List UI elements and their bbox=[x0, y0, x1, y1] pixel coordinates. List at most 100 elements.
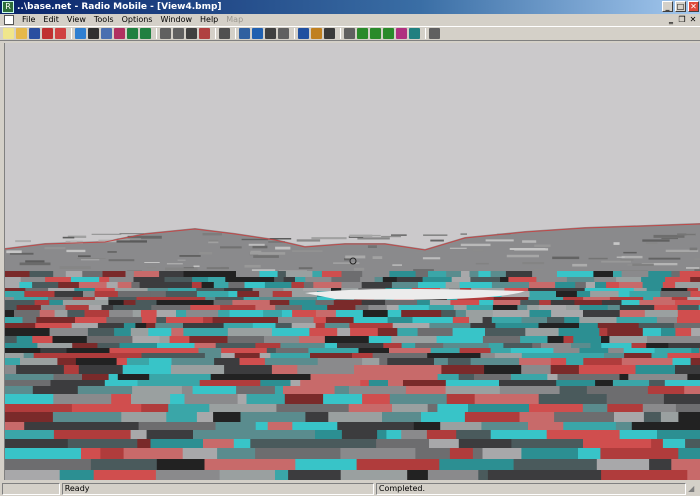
terrain-block bbox=[214, 358, 241, 366]
save-picture-icon[interactable] bbox=[186, 28, 197, 39]
terrain-block bbox=[606, 282, 620, 289]
terrain-block bbox=[564, 317, 581, 324]
save-icon[interactable] bbox=[29, 28, 40, 39]
terrain-block bbox=[456, 430, 492, 440]
print-icon[interactable] bbox=[219, 28, 230, 39]
terrain-texture bbox=[119, 233, 145, 235]
terrain-block bbox=[98, 422, 140, 431]
terrain-block bbox=[393, 365, 443, 375]
close-button[interactable]: ✕ bbox=[688, 1, 699, 12]
radio-mobile-app-icon[interactable]: R bbox=[2, 1, 14, 13]
polar-plot-icon[interactable] bbox=[357, 28, 368, 39]
terrain-block bbox=[595, 282, 608, 289]
mdi-close-icon[interactable]: ✕ bbox=[688, 15, 698, 25]
copy-icon[interactable] bbox=[160, 28, 171, 39]
menu-options[interactable]: Options bbox=[118, 14, 157, 26]
unit-properties-icon[interactable] bbox=[55, 28, 66, 39]
terrain-texture bbox=[19, 262, 51, 266]
step-left-icon[interactable] bbox=[127, 28, 138, 39]
mdi-minimize-icon[interactable]: ‗ bbox=[666, 15, 676, 25]
close-picture-icon[interactable] bbox=[199, 28, 210, 39]
terrain-texture bbox=[572, 263, 588, 267]
terrain-block bbox=[607, 404, 644, 413]
terrain-block bbox=[685, 439, 700, 449]
earth-icon[interactable] bbox=[101, 28, 112, 39]
resize-grip-icon[interactable]: ◢ bbox=[688, 484, 698, 494]
menu-edit[interactable]: Edit bbox=[39, 14, 63, 26]
terrain-block bbox=[538, 394, 608, 405]
radio-link-icon[interactable] bbox=[298, 28, 309, 39]
exit-icon[interactable] bbox=[429, 28, 440, 39]
terrain-block bbox=[583, 439, 652, 449]
zoom-window-icon[interactable] bbox=[265, 28, 276, 39]
visual-coverage-icon[interactable] bbox=[409, 28, 420, 39]
menu-tools[interactable]: Tools bbox=[90, 14, 118, 26]
picture-properties-icon[interactable] bbox=[114, 28, 125, 39]
terrain-block bbox=[337, 328, 352, 337]
terrain-texture bbox=[252, 245, 268, 249]
radio-coverage-icon[interactable] bbox=[324, 28, 335, 39]
world-map-icon[interactable] bbox=[252, 28, 263, 39]
network-properties-icon[interactable] bbox=[42, 28, 53, 39]
terrain-block bbox=[421, 412, 466, 423]
terrain-block bbox=[563, 336, 575, 344]
terrain-block bbox=[20, 358, 59, 366]
paste-icon[interactable] bbox=[173, 28, 184, 39]
terrain-block bbox=[139, 282, 169, 289]
menu-help[interactable]: Help bbox=[196, 14, 222, 26]
terrain-texture bbox=[422, 257, 441, 260]
terrain-block bbox=[209, 404, 278, 413]
terrain-block bbox=[250, 439, 310, 449]
find-best-site-icon[interactable] bbox=[311, 28, 322, 39]
terrain-block bbox=[360, 380, 370, 387]
new-icon[interactable] bbox=[3, 28, 14, 39]
document-icon[interactable] bbox=[4, 15, 14, 25]
route-coverage-icon[interactable] bbox=[396, 28, 407, 39]
terrain-block bbox=[106, 317, 143, 324]
menu-window[interactable]: Window bbox=[156, 14, 196, 26]
combined-cartesian-icon[interactable] bbox=[383, 28, 394, 39]
minimize-button[interactable]: _ bbox=[662, 1, 673, 12]
terrain-block bbox=[662, 439, 687, 449]
terrain-block bbox=[149, 374, 212, 381]
step-right-icon[interactable] bbox=[140, 28, 151, 39]
terrain-texture bbox=[661, 237, 678, 240]
terrain-block bbox=[427, 470, 480, 480]
terrain-texture bbox=[413, 269, 434, 271]
terrain-block bbox=[662, 282, 677, 289]
mdi-restore-icon[interactable]: ❐ bbox=[677, 15, 687, 25]
terrain-block bbox=[678, 412, 700, 423]
maximize-button[interactable]: □ bbox=[675, 1, 686, 12]
crosshair-icon[interactable] bbox=[278, 28, 289, 39]
globe-icon[interactable] bbox=[75, 28, 86, 39]
terrain-block bbox=[585, 282, 596, 289]
terrain-block bbox=[29, 271, 55, 278]
menu-view[interactable]: View bbox=[63, 14, 90, 26]
terrain-3d-view[interactable] bbox=[4, 43, 700, 480]
terrain-texture bbox=[460, 243, 491, 247]
terrain-block bbox=[284, 394, 325, 405]
terrain-block bbox=[429, 439, 460, 449]
terrain-block bbox=[642, 282, 664, 289]
cartesian-plot-icon[interactable] bbox=[370, 28, 381, 39]
status-message: Ready bbox=[61, 483, 374, 495]
menu-file[interactable]: File bbox=[18, 14, 39, 26]
terrain-block bbox=[391, 336, 438, 344]
terrain-block bbox=[132, 336, 161, 344]
terrain-texture bbox=[91, 233, 122, 235]
open-icon[interactable] bbox=[16, 28, 27, 39]
antenna-icon[interactable] bbox=[344, 28, 355, 39]
title-bar[interactable]: R ..\base.net - Radio Mobile - [View4.bm… bbox=[0, 0, 700, 14]
terrain-block bbox=[418, 282, 447, 289]
terrain-block bbox=[270, 374, 312, 381]
terrain-block bbox=[228, 282, 246, 289]
map-properties-icon[interactable] bbox=[88, 28, 99, 39]
terrain-block bbox=[321, 271, 343, 278]
terrain-block bbox=[52, 336, 88, 344]
merge-pictures-icon[interactable] bbox=[239, 28, 250, 39]
terrain-block bbox=[292, 310, 317, 318]
terrain-block bbox=[405, 386, 447, 395]
terrain-block bbox=[199, 380, 262, 387]
terrain-block bbox=[490, 271, 507, 278]
terrain-block bbox=[364, 374, 422, 381]
